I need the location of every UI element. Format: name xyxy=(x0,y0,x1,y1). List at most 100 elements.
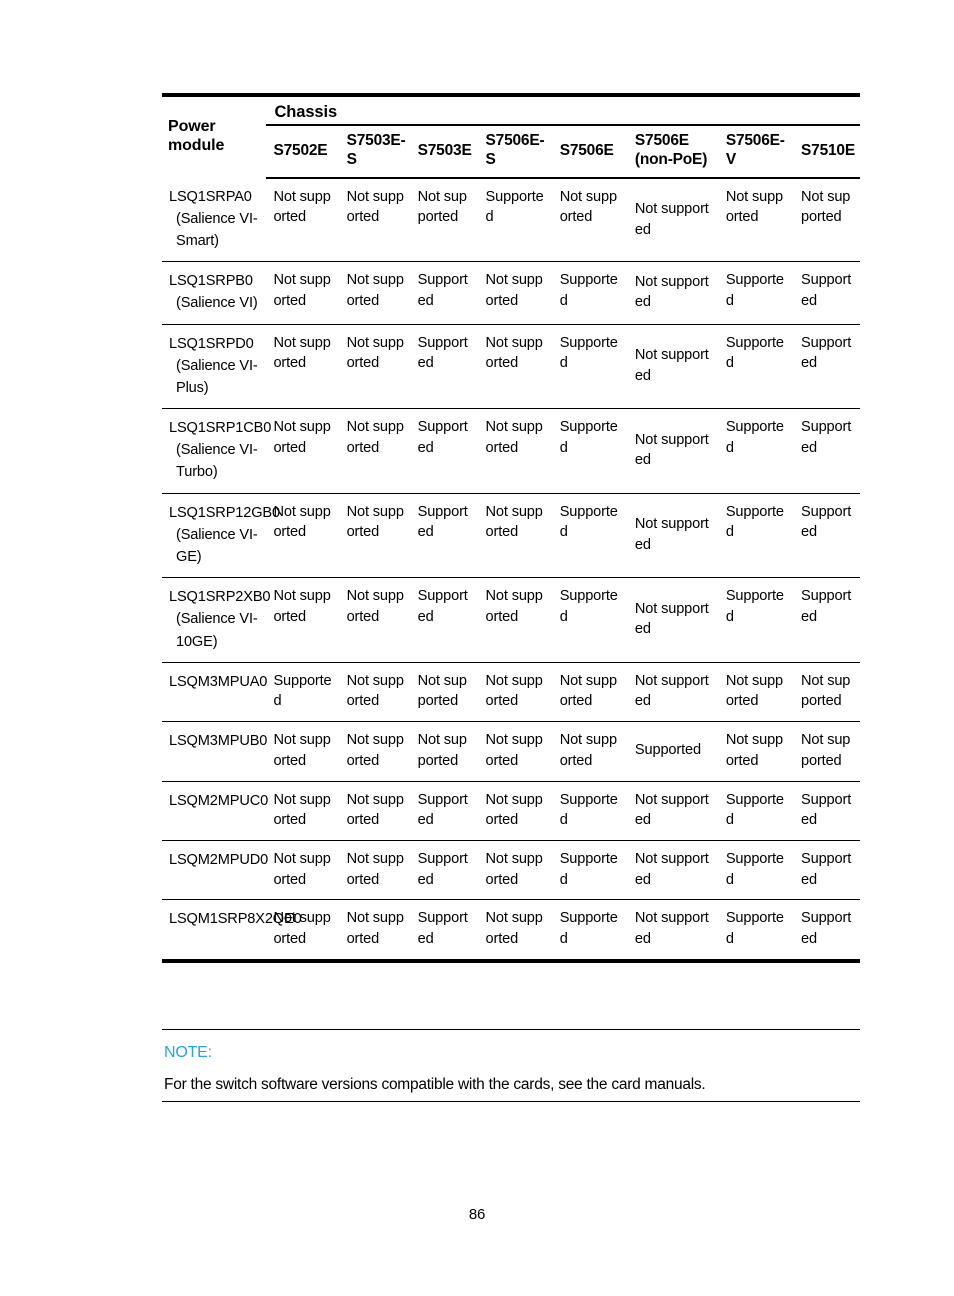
table-row: LSQ1SRPD0 (Salience VI-Plus) Not supported… xyxy=(162,324,860,410)
support-status-cell: Not supported xyxy=(552,177,628,263)
support-status-cell: Not supported xyxy=(478,662,553,723)
support-status-cell: Not supported xyxy=(478,408,553,494)
support-status-cell: Not supported xyxy=(266,840,340,901)
support-status-cell: Not supported xyxy=(478,324,553,410)
module-name: LSQ1SRP12GB0 xyxy=(169,504,280,521)
module-series-name: (Salience VI) xyxy=(176,295,258,312)
power-module-chassis-compatibility-table: Power module Chassis S7502E S7503E-S S75… xyxy=(162,93,860,963)
support-status-cell: Not supported xyxy=(718,721,795,782)
support-status-cell: Not supported xyxy=(552,721,628,782)
support-status-cell: Not supported xyxy=(266,899,340,963)
table-row: LSQM3MPUA0 Supported Not supported Not supp… xyxy=(162,662,860,723)
note-block: NOTE: For the switch software versions c… xyxy=(162,1029,860,1102)
support-status-cell: Not supported xyxy=(552,662,628,723)
note-text: For the switch software versions compati… xyxy=(164,1076,706,1093)
support-status-cell: Supported xyxy=(410,493,479,579)
table-row: LSQ1SRP12GB0 (Salience VI-GE) Not supporte… xyxy=(162,493,860,579)
support-status-cell: Not supported xyxy=(478,261,553,325)
support-status-cell: Supported xyxy=(552,408,628,494)
support-status-cell: Supported xyxy=(410,408,479,494)
note-bottom-divider xyxy=(162,1101,860,1102)
support-status-cell: Not supported xyxy=(478,781,553,841)
module-name: LSQ1SRPD0 xyxy=(169,335,254,352)
support-status-cell: Not supported xyxy=(410,177,479,263)
module-name-cell: LSQM2MPUD0 xyxy=(162,840,269,901)
table-header: Power module Chassis S7502E S7503E-S S75… xyxy=(162,93,860,179)
support-status-cell: Not supported xyxy=(339,899,411,963)
support-status-cell: Not supported xyxy=(339,493,411,579)
document-page: Power module Chassis S7502E S7503E-S S75… xyxy=(0,0,954,1296)
module-name: LSQM2MPUD0 xyxy=(169,851,269,868)
support-status-cell: Not supported xyxy=(266,177,340,263)
module-series-name: (Salience VI-GE) xyxy=(176,526,258,565)
support-status-cell: Not supported xyxy=(478,493,553,579)
support-status-cell: Not supported xyxy=(718,177,795,263)
support-status-cell: Not supported xyxy=(339,324,411,410)
support-status-cell: Supported xyxy=(410,577,479,663)
support-status-cell: Not supported xyxy=(339,261,411,325)
support-status-cell: Not supported xyxy=(627,408,719,494)
support-status-cell: Not supported xyxy=(339,781,411,841)
support-status-cell: Not supported xyxy=(627,781,719,841)
support-status-cell: Supported xyxy=(627,721,719,782)
support-status-cell: Not supported xyxy=(339,577,411,663)
support-status-cell: Not supported xyxy=(339,840,411,901)
support-status-cell: Supported xyxy=(718,493,795,579)
support-status-cell: Supported xyxy=(410,261,479,325)
module-name: LSQ1SRPA0 xyxy=(169,188,252,205)
column-header-s7506e-s: S7506E-S xyxy=(478,125,553,179)
table-row: LSQM2MPUD0 Not supported Not supported Supp… xyxy=(162,840,860,901)
note-label: NOTE: xyxy=(164,1044,212,1061)
support-status-cell: Supported xyxy=(718,324,795,410)
support-status-cell: Not supported xyxy=(266,721,340,782)
support-status-cell: Supported xyxy=(718,899,795,963)
support-status-cell: Not supported xyxy=(627,261,719,325)
support-status-cell: Supported xyxy=(794,577,860,663)
module-name-cell: LSQM3MPUA0 xyxy=(162,662,268,723)
support-status-cell: Not supported xyxy=(339,408,411,494)
module-name: LSQM3MPUB0 xyxy=(169,733,268,750)
support-status-cell: Supported xyxy=(410,840,479,901)
support-status-cell: Supported xyxy=(552,781,628,841)
column-header-s7510e: S7510E xyxy=(794,125,860,179)
support-status-cell: Supported xyxy=(718,840,795,901)
support-status-cell: Supported xyxy=(266,662,340,723)
support-status-cell: Not supported xyxy=(627,324,719,410)
support-status-cell: Not supported xyxy=(794,177,860,263)
support-status-cell: Not supported xyxy=(478,899,553,963)
module-name: LSQM3MPUA0 xyxy=(169,673,268,690)
support-status-cell: Not supported xyxy=(627,577,719,663)
support-status-cell: Supported xyxy=(794,840,860,901)
module-name-cell: LSQ1SRP2XB0 (Salience VI-10GE) xyxy=(162,577,271,663)
chassis-group-header-row: Power module Chassis xyxy=(162,93,860,178)
page-number: 86 xyxy=(468,1206,486,1223)
support-status-cell: Not supported xyxy=(266,324,340,410)
module-series-name: (Salience VI-Smart) xyxy=(176,210,258,250)
support-status-cell: Not supported xyxy=(627,662,719,723)
column-header-s7502e: S7502E xyxy=(266,125,340,179)
table-row: LSQM3MPUB0 Not supported Not supported Not … xyxy=(162,721,860,782)
column-header-s7506e: S7506E xyxy=(552,125,628,179)
support-status-cell: Not supported xyxy=(794,662,860,723)
module-series-name: (Salience VI-Plus) xyxy=(176,357,258,396)
support-status-cell: Not supported xyxy=(339,177,411,263)
support-status-cell: Supported xyxy=(718,261,795,325)
support-status-cell: Supported xyxy=(794,408,860,494)
module-name-cell: LSQ1SRPA0 (Salience VI-Smart) xyxy=(162,177,267,263)
support-status-cell: Not supported xyxy=(266,493,340,579)
support-status-cell: Not supported xyxy=(410,721,479,782)
support-status-cell: Supported xyxy=(478,177,553,263)
module-series-name: (Salience VI-Turbo) xyxy=(176,442,258,481)
column-header-s7503e: S7503E xyxy=(410,125,479,179)
support-status-cell: Supported xyxy=(552,577,628,663)
support-status-cell: Not supported xyxy=(266,781,340,841)
support-status-cell: Not supported xyxy=(266,577,340,663)
support-status-cell: Not supported xyxy=(339,662,411,723)
support-status-cell: Supported xyxy=(794,261,860,325)
support-status-cell: Not supported xyxy=(478,840,553,901)
support-status-cell: Supported xyxy=(794,781,860,841)
table-row: LSQ1SRPB0 (Salience VI) Not supported Not s… xyxy=(162,261,860,325)
module-series-name: (Salience VI-10GE) xyxy=(176,611,258,650)
support-status-cell: Supported xyxy=(552,899,628,963)
module-name-cell: LSQ1SRPB0 (Salience VI) xyxy=(162,261,267,325)
